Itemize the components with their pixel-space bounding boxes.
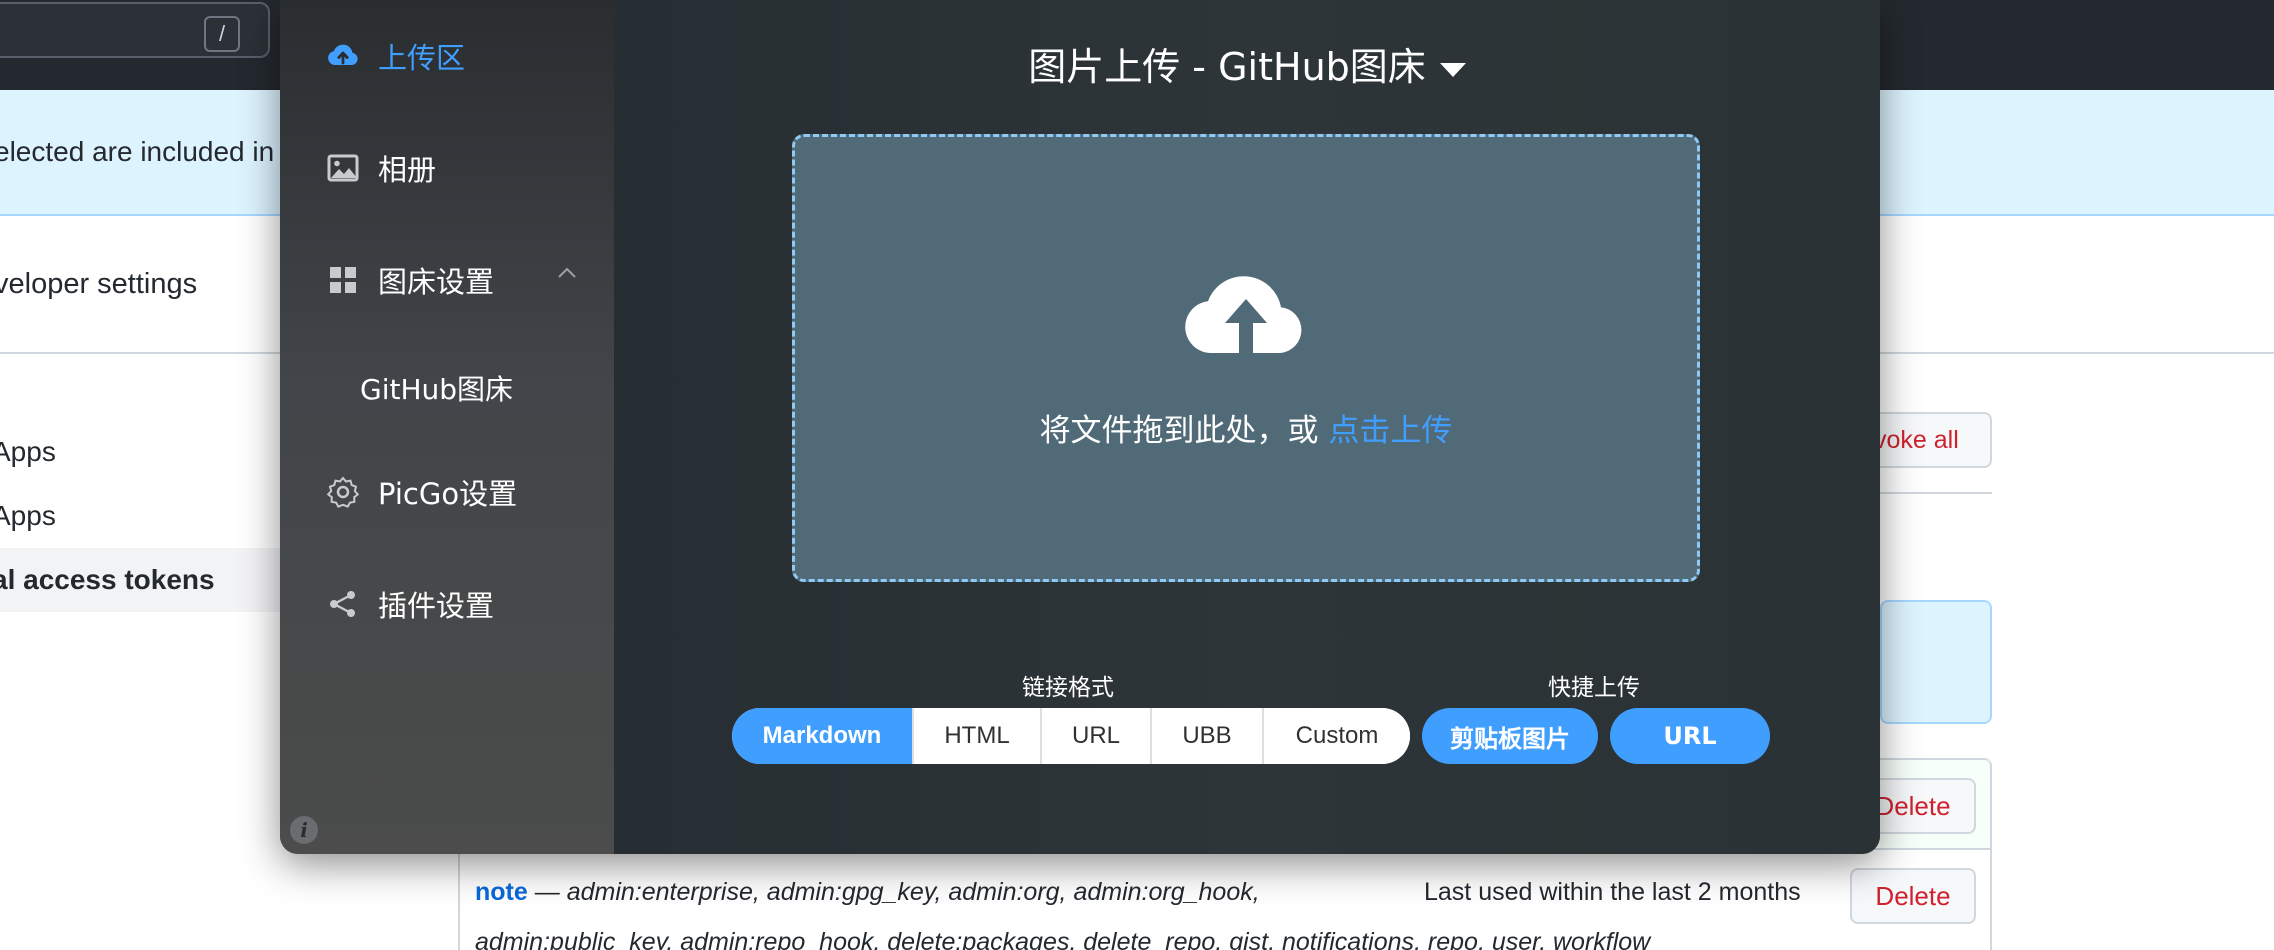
settings-nav-item-github-apps[interactable]: Apps	[0, 436, 56, 468]
sidebar-item-label: 插件设置	[378, 589, 495, 623]
caret-down-icon	[1439, 62, 1466, 77]
cloud-upload-icon	[328, 44, 358, 65]
link-format-label: 链接格式	[1022, 675, 1114, 701]
click-upload-link[interactable]: 点击上传	[1328, 413, 1452, 449]
divider	[1880, 492, 1992, 494]
sidebar-item-label: 相册	[378, 153, 437, 187]
settings-nav-item-oauth-apps[interactable]: Apps	[0, 500, 56, 532]
link-format-selector: Markdown HTML URL UBB Custom	[732, 708, 1410, 764]
token-scopes-continued: admin:public_key, admin:repo_hook, delet…	[475, 928, 1651, 950]
image-icon	[327, 154, 359, 182]
dropzone-hint: 将文件拖到此处，或	[1039, 413, 1329, 449]
sidebar-item-picgo-settings[interactable]: PicGo设置	[280, 452, 614, 532]
sidebar-item-label: 上传区	[378, 41, 466, 75]
page-title[interactable]: 图片上传 - GitHub图床	[614, 36, 1880, 91]
gear-icon	[326, 476, 360, 508]
quick-upload-label: 快捷上传	[1548, 675, 1640, 701]
token-separator: —	[527, 878, 567, 906]
sidebar-item-label: PicGo设置	[378, 477, 518, 511]
settings-nav-item-personal-access-tokens[interactable]: al access tokens	[0, 564, 215, 596]
sidebar: 上传区 相册 图床设置 GitHub图床 PicGo设置 插件设置 i	[280, 0, 614, 854]
info-icon[interactable]: i	[290, 816, 318, 844]
info-box	[1880, 600, 1992, 724]
sidebar-subitem-github[interactable]: GitHub图床	[280, 352, 614, 418]
github-search-input[interactable]: /	[0, 2, 270, 58]
grid-icon	[330, 267, 356, 293]
format-option-ubb[interactable]: UBB	[1150, 708, 1262, 764]
url-upload-button[interactable]: URL	[1610, 708, 1770, 764]
page-title-text: 图片上传 - GitHub图床	[1028, 45, 1426, 89]
token-scopes: admin:enterprise, admin:gpg_key, admin:o…	[566, 878, 1260, 906]
sidebar-item-label: 图床设置	[378, 265, 495, 299]
search-shortcut-badge: /	[204, 16, 240, 52]
token-row: note — admin:enterprise, admin:gpg_key, …	[475, 878, 1260, 907]
breadcrumb[interactable]: veloper settings	[0, 268, 197, 301]
format-option-html[interactable]: HTML	[912, 708, 1040, 764]
format-option-markdown[interactable]: Markdown	[732, 708, 912, 764]
token-last-used: Last used within the last 2 months	[1424, 878, 1801, 906]
sidebar-subitem-label: GitHub图床	[360, 373, 514, 406]
format-option-custom[interactable]: Custom	[1262, 708, 1410, 764]
format-option-url[interactable]: URL	[1040, 708, 1150, 764]
sidebar-item-gallery[interactable]: 相册	[280, 128, 614, 208]
chevron-up-icon[interactable]	[556, 262, 578, 284]
token-name-link[interactable]: note	[475, 878, 528, 906]
sidebar-item-upload[interactable]: 上传区	[280, 16, 614, 96]
cloud-upload-icon	[1185, 276, 1302, 353]
clipboard-upload-button[interactable]: 剪贴板图片	[1422, 708, 1598, 764]
upload-dropzone[interactable]: 将文件拖到此处，或 点击上传	[792, 134, 1700, 582]
sidebar-item-plugin-settings[interactable]: 插件设置	[280, 564, 614, 644]
flash-text: elected are included in	[0, 136, 275, 167]
delete-token-button[interactable]: Delete	[1850, 868, 1976, 924]
dropzone-text: 将文件拖到此处，或 点击上传	[795, 405, 1697, 450]
share-icon	[330, 591, 355, 617]
